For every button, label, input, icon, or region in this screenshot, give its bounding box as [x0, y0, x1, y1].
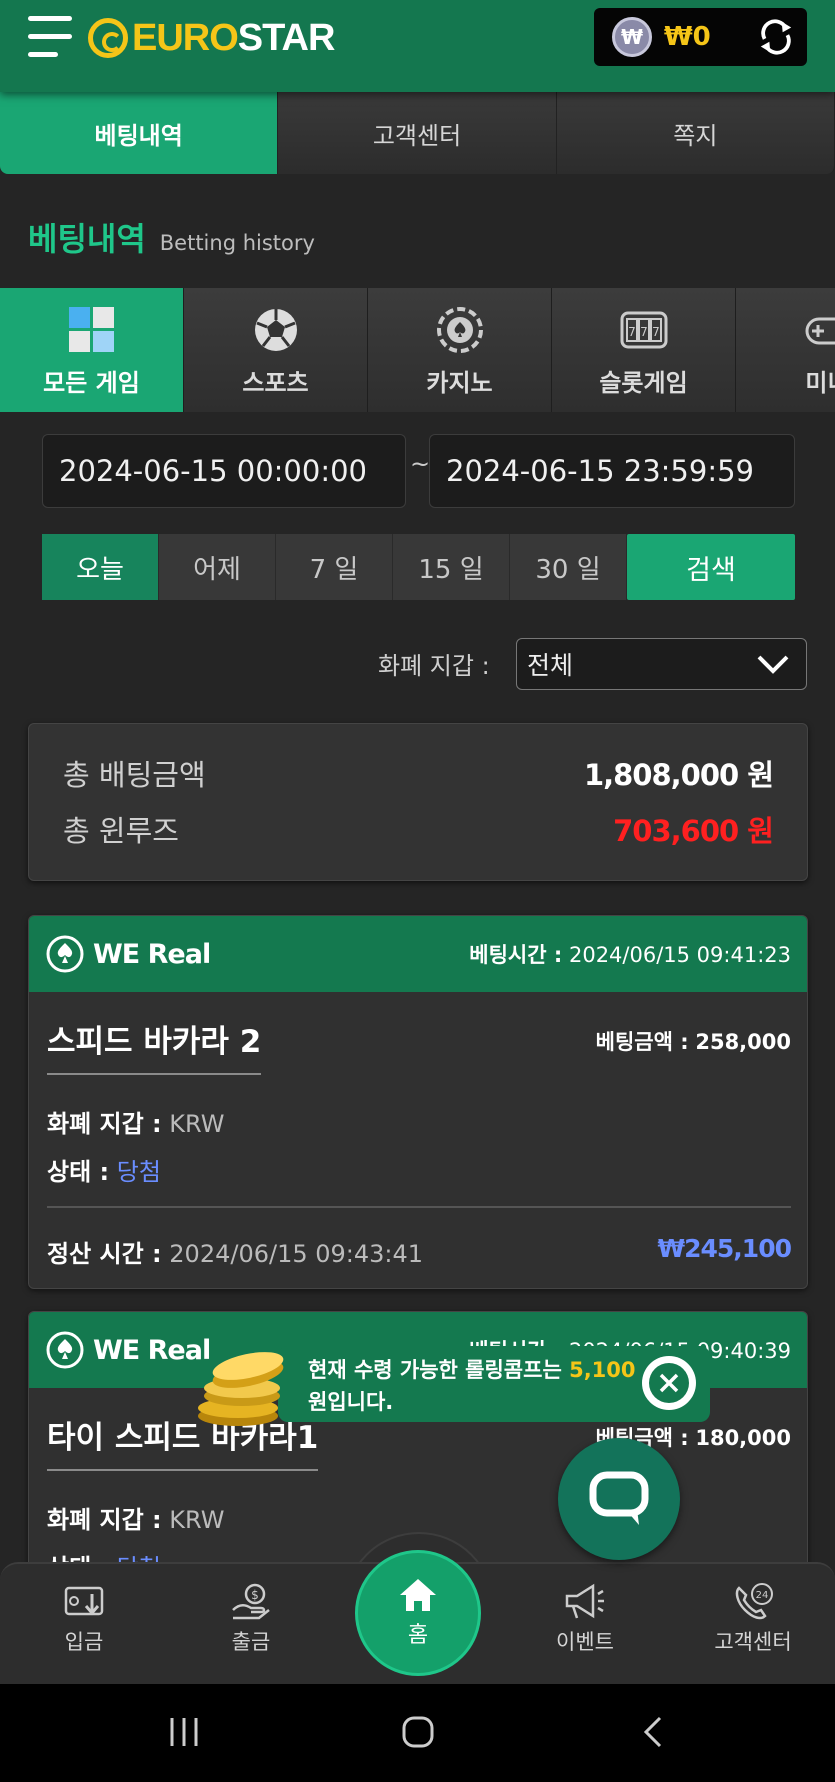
toast-close-button[interactable] [642, 1356, 696, 1410]
logo-mark-icon [88, 18, 128, 58]
balance-amount: ₩0 [664, 22, 711, 52]
casino-chip-icon [436, 307, 483, 353]
category-tab-slots[interactable]: 7 7 7 슬롯게임 [552, 288, 736, 412]
period-yesterday-button[interactable]: 어제 [159, 534, 276, 600]
svg-text:7: 7 [628, 325, 636, 339]
rolling-comp-toast: 현재 수령 가능한 롤링콤프는 5,100 원입니다. [278, 1346, 710, 1422]
category-tabs: 모든 게임 스포츠 카지노 7 7 7 슬롯게임 미 [0, 288, 835, 412]
date-separator: ~ [410, 450, 431, 478]
system-nav-bar [0, 1684, 835, 1782]
nav-event[interactable]: 이벤트 [525, 1582, 645, 1656]
phone-24-icon: 24 [735, 1583, 773, 1620]
spade-chip-icon [46, 935, 84, 973]
gamepad-icon [805, 317, 835, 345]
date-from-input[interactable]: 2024-06-15 00:00:00 [42, 434, 406, 508]
svg-text:$: $ [251, 1588, 259, 1602]
close-icon [649, 1363, 689, 1403]
bet-card[interactable]: WE Real 베팅시간 : 2024/06/15 09:41:23 스피드 바… [28, 915, 808, 1289]
search-button[interactable]: 검색 [627, 534, 795, 600]
total-bet-value: 1,808,000 원 [583, 758, 774, 792]
period-7-days-button[interactable]: 7 일 [276, 534, 393, 600]
total-winloss-value: 703,600 원 [613, 814, 774, 848]
home-icon [400, 1579, 436, 1611]
wallet-filter-value: 전체 [527, 651, 574, 680]
app-header: EUROSTAR ₩ ₩0 [0, 0, 835, 92]
nav-home[interactable]: 홈 [355, 1550, 481, 1676]
tab-betting-history[interactable]: 베팅내역 [0, 92, 279, 174]
tab-customer-center[interactable]: 고객센터 [278, 92, 557, 174]
period-buttons: 오늘 어제 7 일 15 일 30 일 [42, 534, 627, 600]
refresh-icon[interactable] [757, 18, 795, 56]
svg-text:7: 7 [640, 325, 648, 339]
total-winloss-row: 총 윈루즈 703,600 원 [63, 808, 774, 850]
settle-time-line: 정산 시간 : 2024/06/15 09:43:41 [47, 1240, 424, 1268]
period-30-days-button[interactable]: 30 일 [510, 534, 627, 600]
toast-message: 현재 수령 가능한 롤링콤프는 5,100 원입니다. [308, 1358, 636, 1414]
chat-button[interactable] [558, 1438, 680, 1560]
period-today-button[interactable]: 오늘 [42, 534, 159, 600]
currency-line: 화폐 지갑 : KRW [47, 1110, 225, 1138]
page-title: 베팅내역 Betting history [28, 220, 315, 258]
top-tabs: 베팅내역 고객센터 쪽지 [0, 92, 835, 174]
period-15-days-button[interactable]: 15 일 [393, 534, 510, 600]
category-tab-mini[interactable]: 미니 [736, 288, 835, 412]
recent-apps-icon[interactable] [166, 1714, 202, 1750]
withdraw-icon: $ [232, 1583, 270, 1620]
total-bet-row: 총 배팅금액 1,808,000 원 [63, 752, 774, 794]
wallet-filter-select[interactable]: 전체 [516, 638, 807, 690]
megaphone-icon [565, 1583, 604, 1619]
balance-display: ₩ ₩0 [594, 8, 807, 66]
chevron-down-icon [757, 655, 789, 674]
logo[interactable]: EUROSTAR [88, 14, 335, 62]
category-tab-all-games[interactable]: 모든 게임 [0, 288, 184, 412]
category-tab-casino[interactable]: 카지노 [368, 288, 552, 412]
wallet-filter-label: 화폐 지갑 : [378, 652, 490, 680]
status-badge: 당첨 [116, 1158, 161, 1186]
payout-amount: ₩245,100 [657, 1234, 792, 1263]
deposit-icon [64, 1586, 104, 1616]
menu-icon[interactable] [28, 16, 74, 60]
chat-bubble-icon [589, 1471, 649, 1525]
category-tab-sports[interactable]: 스포츠 [184, 288, 368, 412]
svg-text:7: 7 [652, 325, 660, 339]
nav-customer-center[interactable]: 24 고객센터 [693, 1582, 813, 1656]
cube-grid-icon [68, 307, 114, 352]
currency-line: 화폐 지갑 : KRW [47, 1506, 225, 1534]
spade-chip-icon [46, 1331, 84, 1369]
slot-machine-icon: 7 7 7 [620, 311, 667, 349]
bet-amount: 베팅금액 : 258,000 [595, 1030, 791, 1054]
android-home-icon[interactable] [400, 1714, 436, 1750]
svg-text:24: 24 [756, 1590, 769, 1601]
bet-card-header: WE Real 베팅시간 : 2024/06/15 09:41:23 [29, 916, 807, 992]
gold-coins-icon [198, 1352, 284, 1426]
date-to-input[interactable]: 2024-06-15 23:59:59 [429, 434, 795, 508]
won-coin-icon: ₩ [612, 17, 652, 57]
summary-panel: 총 배팅금액 1,808,000 원 총 윈루즈 703,600 원 [28, 723, 808, 881]
divider [47, 1206, 791, 1208]
status-line: 상태 : 당첨 [47, 1158, 161, 1186]
back-icon[interactable] [636, 1714, 672, 1750]
tab-messages[interactable]: 쪽지 [556, 92, 835, 174]
game-name: 스피드 바카라 2 [47, 1016, 262, 1075]
nav-withdraw[interactable]: $ 출금 [191, 1582, 311, 1656]
soccer-ball-icon [254, 309, 297, 351]
nav-deposit[interactable]: 입금 [24, 1582, 144, 1656]
